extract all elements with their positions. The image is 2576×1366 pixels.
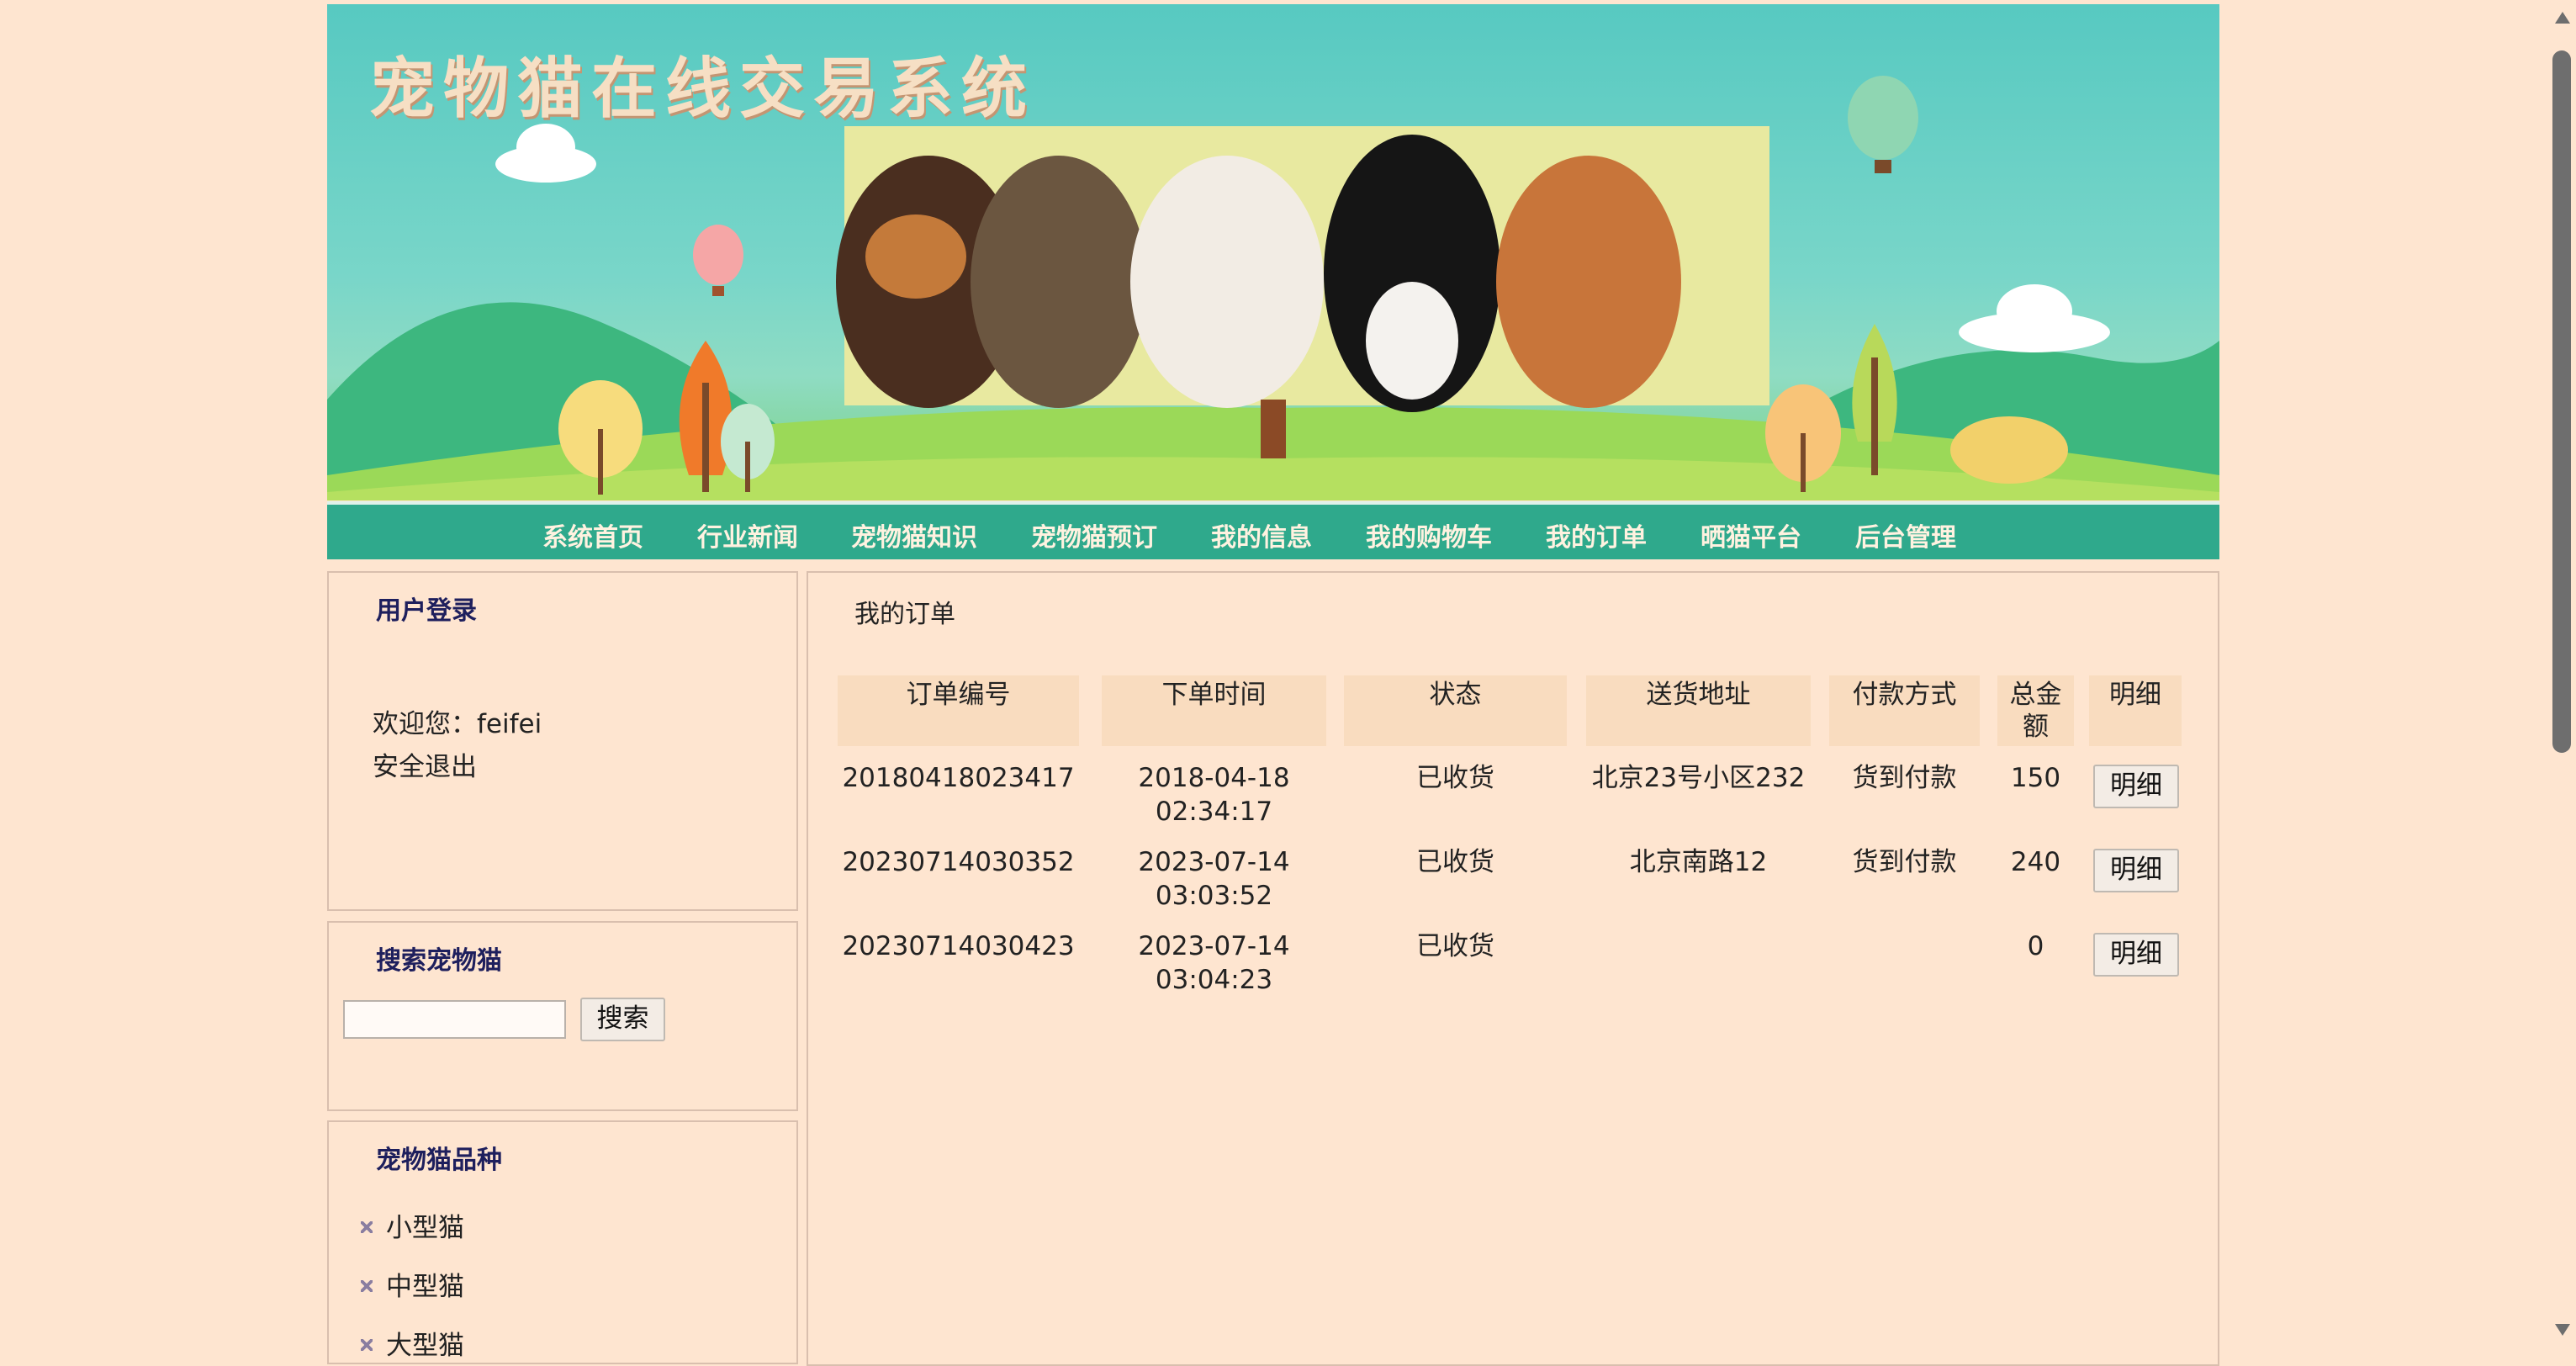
nav-item-4[interactable]: 我的信息 — [1211, 516, 1312, 553]
search-input[interactable] — [343, 1000, 566, 1039]
order-datetime: 2023-07-14 03:04:23 — [1102, 929, 1326, 997]
order-time: 03:04:23 — [1155, 965, 1273, 995]
column-header-text: 总金 — [2009, 680, 2062, 710]
nav-item-7[interactable]: 晒猫平台 — [1701, 516, 1801, 553]
order-total: 240 — [2010, 847, 2061, 877]
order-detail-button[interactable]: 明细 — [2093, 849, 2179, 892]
site-banner: 宠物猫在线交易系统 — [327, 4, 2219, 500]
column-header: 下单时间 — [1102, 675, 1326, 746]
scroll-up-icon[interactable] — [2555, 12, 2570, 24]
main-nav: 系统首页 行业新闻 宠物猫知识 宠物猫预订 我的信息 我的购物车 我的订单 晒猫平台 后台管理 — [327, 501, 2219, 559]
nav-item-5[interactable]: 我的购物车 — [1366, 516, 1492, 553]
column-header: 明细 — [2089, 675, 2182, 746]
column-header: 状态 — [1344, 675, 1567, 746]
page-container: 宠物猫在线交易系统 系统首页 行业新闻 宠物猫知识 宠物猫预订 我的信息 我的购物车 我的订… — [327, 4, 2219, 1366]
column-header-text: 明细 — [2109, 680, 2161, 710]
nav-item-8[interactable]: 后台管理 — [1855, 516, 1956, 553]
column-header-text: 状态 — [1429, 680, 1482, 710]
order-id: 20180418023417 — [842, 763, 1075, 793]
welcome-text: 欢迎您：feifei — [373, 709, 542, 739]
order-detail-button[interactable]: 明细 — [2093, 765, 2179, 808]
page-scrollbar[interactable] — [2548, 0, 2576, 1354]
order-payment: 货到付款 — [1852, 763, 1957, 793]
nav-item-0[interactable]: 系统首页 — [542, 516, 643, 553]
column-header-text: 额 — [2023, 712, 2049, 742]
column-header: 付款方式 — [1829, 675, 1980, 746]
bullet-icon — [361, 1221, 373, 1233]
order-datetime: 2018-04-18 02:34:17 — [1102, 761, 1326, 829]
order-address: 北京23号小区232 — [1591, 763, 1806, 793]
scroll-thumb[interactable] — [2552, 50, 2571, 753]
column-header: 送货地址 — [1586, 675, 1811, 746]
breed-label[interactable]: 大型猫 — [386, 1324, 464, 1362]
order-date: 2023-07-14 — [1138, 931, 1290, 961]
order-total: 150 — [2010, 763, 2061, 793]
order-payment: 货到付款 — [1852, 847, 1957, 877]
column-header: 订单编号 — [838, 675, 1079, 746]
order-total: 0 — [2027, 931, 2044, 961]
order-date: 2023-07-14 — [1138, 847, 1290, 877]
column-header-text: 付款方式 — [1852, 680, 1957, 710]
order-id: 20230714030352 — [842, 847, 1075, 877]
order-date: 2018-04-18 — [1138, 763, 1290, 793]
bullet-icon — [361, 1280, 373, 1292]
scroll-down-icon[interactable] — [2555, 1324, 2570, 1336]
column-header-text: 下单时间 — [1161, 680, 1267, 710]
breeds-panel: 宠物猫品种 小型猫中型猫大型猫 — [327, 1120, 798, 1364]
site-title: 宠物猫在线交易系统 — [369, 50, 1036, 127]
column-header: 总金额 — [1997, 675, 2074, 746]
orders-title: 我的订单 — [854, 600, 955, 629]
breed-label[interactable]: 小型猫 — [386, 1206, 464, 1244]
order-status: 已收货 — [1416, 931, 1494, 961]
login-panel: 用户登录 欢迎您：feifei 安全退出 — [327, 571, 798, 911]
nav-list: 系统首页 行业新闻 宠物猫知识 宠物猫预订 我的信息 我的购物车 我的订单 晒猫平台 后台管理 — [327, 505, 2219, 559]
order-address: 北京南路12 — [1629, 847, 1768, 877]
order-detail-button[interactable]: 明细 — [2093, 933, 2179, 977]
nav-item-2[interactable]: 宠物猫知识 — [851, 516, 977, 553]
bullet-icon — [361, 1339, 373, 1351]
order-datetime: 2023-07-14 03:03:52 — [1102, 845, 1326, 913]
login-panel-title: 用户登录 — [376, 596, 477, 626]
nav-item-6[interactable]: 我的订单 — [1546, 516, 1647, 553]
search-button[interactable]: 搜索 — [580, 998, 665, 1041]
nav-item-1[interactable]: 行业新闻 — [697, 516, 798, 553]
search-panel-title: 搜索宠物猫 — [376, 946, 502, 976]
breed-label[interactable]: 中型猫 — [386, 1265, 464, 1303]
column-header-text: 送货地址 — [1646, 680, 1751, 710]
search-panel: 搜索宠物猫 搜索 — [327, 921, 798, 1111]
order-time: 03:03:52 — [1155, 881, 1273, 911]
order-time: 02:34:17 — [1155, 797, 1273, 827]
order-id: 20230714030423 — [842, 931, 1075, 961]
nav-item-3[interactable]: 宠物猫预订 — [1031, 516, 1157, 553]
column-header-text: 订单编号 — [906, 680, 1011, 710]
logout-link[interactable]: 安全退出 — [373, 745, 477, 783]
breeds-panel-title: 宠物猫品种 — [376, 1146, 502, 1175]
order-status: 已收货 — [1416, 847, 1494, 877]
order-status: 已收货 — [1416, 763, 1494, 793]
